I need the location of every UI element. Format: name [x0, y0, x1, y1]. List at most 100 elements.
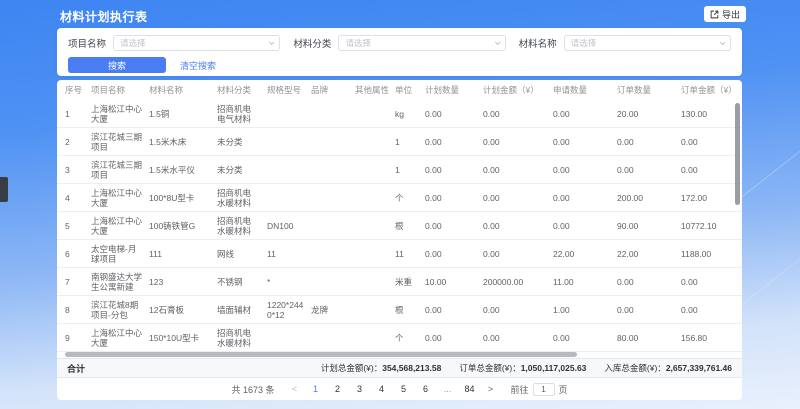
- table-cell: 0.00: [617, 305, 681, 315]
- pagination-page-3[interactable]: 3: [353, 384, 367, 394]
- pagination-next-button[interactable]: >: [485, 384, 497, 394]
- table-cell: 80.00: [617, 333, 681, 343]
- table-cell: 招商机电 水暖材料: [217, 216, 267, 236]
- table-cell: 招商机电 水暖材料: [217, 188, 267, 208]
- table-row: 9上海松江中心大厦150*10U型卡招商机电 水暖材料个0.000.000.00…: [57, 324, 742, 352]
- table-cell: 0.00: [681, 277, 734, 287]
- table-cell: 0.00: [425, 249, 483, 259]
- pagination-page-5[interactable]: 5: [397, 384, 411, 394]
- table-row: 4上海松江中心大厦100*8U型卡招商机电 水暖材料个0.000.000.002…: [57, 184, 742, 212]
- goto-page-input[interactable]: [533, 383, 555, 396]
- table-cell: 滨江花城三期项目: [91, 132, 149, 152]
- pagination-pages: 123456... 84: [309, 384, 477, 394]
- horizontal-scrollbar-thumb[interactable]: [65, 352, 577, 357]
- table-cell: 0.00: [681, 137, 734, 147]
- table-cell: 0.00: [553, 165, 617, 175]
- table-cell: 2: [65, 137, 91, 147]
- table-cell: 0.00: [681, 165, 734, 175]
- table-cell: 网线: [217, 249, 267, 259]
- table-cell: 0.00: [425, 137, 483, 147]
- table-header-row: 序号项目名称材料名称材料分类规格型号品牌其他属性单位计划数量计划金额（¥）申请数…: [57, 80, 742, 100]
- pagination-prev-button[interactable]: <: [289, 384, 301, 394]
- table-cell: 0.00: [483, 333, 553, 343]
- chevron-down-icon: [720, 39, 726, 45]
- export-button-label: 导出: [722, 8, 740, 21]
- vertical-scrollbar-thumb[interactable]: [735, 103, 740, 205]
- table-cell: 11.00: [553, 277, 617, 287]
- column-header: 单位: [395, 84, 425, 96]
- table-cell: 111: [149, 249, 217, 259]
- table-cell: 200.00: [617, 193, 681, 203]
- table-cell: 12石膏板: [149, 305, 217, 315]
- table-cell: 1: [65, 109, 91, 119]
- table-cell: 龙牌: [311, 305, 355, 315]
- table-body: 1上海松江中心大厦1.5铜招商机电 电气材料kg0.000.000.0020.0…: [57, 100, 742, 352]
- summary-items: 计划总金额(¥)：354,568,213.58 订单总金额(¥)：1,050,1…: [321, 362, 732, 374]
- export-button[interactable]: 导出: [704, 6, 746, 22]
- table-cell: 墙面辅材: [217, 305, 267, 315]
- table-cell: 0.00: [553, 137, 617, 147]
- pagination-page-2[interactable]: 2: [331, 384, 345, 394]
- table-cell: 太空电梯-月球项目: [91, 244, 149, 264]
- chevron-down-icon: [495, 39, 501, 45]
- table-cell: 10772.10: [681, 221, 734, 231]
- select-placeholder: 请选择: [120, 37, 269, 49]
- table-cell: 不锈钢: [217, 277, 267, 287]
- filter-fields: 项目名称 请选择 材料分类 请选择 材料名称 请选择: [57, 28, 742, 51]
- collapsed-drawer-handle[interactable]: [0, 177, 8, 202]
- filter-select-2[interactable]: 请选择: [564, 35, 731, 51]
- filter-select-1[interactable]: 请选择: [338, 35, 505, 51]
- table-cell: 0.00: [483, 193, 553, 203]
- table-cell: 0.00: [483, 249, 553, 259]
- clear-search-link[interactable]: 清空搜索: [180, 59, 216, 72]
- table-cell: 0.00: [425, 193, 483, 203]
- table-cell: 11: [395, 249, 425, 259]
- table-cell: 22.00: [553, 249, 617, 259]
- table-cell: 根: [395, 305, 425, 315]
- filter-actions: 搜索 清空搜索: [57, 51, 742, 73]
- table-cell: DN100: [267, 221, 311, 231]
- table-cell: 0.00: [425, 221, 483, 231]
- table-cell: 100铸铁管G: [149, 221, 217, 231]
- pagination: 共 1673 条 < 123456...84 > 前往 页: [57, 378, 742, 400]
- table-cell: 0.00: [553, 221, 617, 231]
- table-cell: 90.00: [617, 221, 681, 231]
- table-cell: 个: [395, 193, 425, 203]
- data-table-panel: 序号项目名称材料名称材料分类规格型号品牌其他属性单位计划数量计划金额（¥）申请数…: [57, 80, 742, 400]
- table-cell: 1.5米木床: [149, 137, 217, 147]
- table-cell: 156.80: [681, 333, 734, 343]
- table-row: 7南钢盛达大学生公寓新建123不锈钢*米重10.00200000.0011.00…: [57, 268, 742, 296]
- table-cell: 200000.00: [483, 277, 553, 287]
- search-button[interactable]: 搜索: [68, 57, 166, 73]
- summary-item: 计划总金额(¥)：354,568,213.58: [321, 362, 441, 374]
- filter-select-0[interactable]: 请选择: [113, 35, 280, 51]
- pagination-page-6[interactable]: 6: [419, 384, 433, 394]
- pagination-goto: 前往 页: [511, 383, 568, 396]
- table-cell: 0.00: [553, 193, 617, 203]
- column-header: 订单金额（¥）: [681, 84, 734, 96]
- table-row: 3滨江花城三期项目1.5米水平仪未分类10.000.000.000.000.00: [57, 156, 742, 184]
- pagination-ellipsis: ...: [441, 384, 455, 394]
- pagination-page-84[interactable]: 84: [463, 384, 477, 394]
- pagination-page-4[interactable]: 4: [375, 384, 389, 394]
- table-cell: 172.00: [681, 193, 734, 203]
- column-header: 材料名称: [149, 84, 217, 96]
- table-cell: 7: [65, 277, 91, 287]
- chevron-down-icon: [269, 39, 275, 45]
- table-cell: 上海松江中心大厦: [91, 328, 149, 348]
- table-cell: 20.00: [617, 109, 681, 119]
- table-cell: 1: [395, 137, 425, 147]
- table-cell: *: [267, 277, 311, 287]
- table-row: 5上海松江中心大厦100铸铁管G招商机电 水暖材料DN100根0.000.000…: [57, 212, 742, 240]
- table-row: 6太空电梯-月球项目111网线11110.000.0022.0022.00118…: [57, 240, 742, 268]
- table-cell: 0.00: [483, 221, 553, 231]
- horizontal-scrollbar: [65, 352, 734, 358]
- table-cell: 1220*2440*12: [267, 300, 311, 320]
- pagination-page-1[interactable]: 1: [309, 384, 323, 394]
- page-title: 材料计划执行表: [60, 8, 148, 25]
- table-cell: 个: [395, 333, 425, 343]
- table-cell: 上海松江中心大厦: [91, 188, 149, 208]
- table-cell: 150*10U型卡: [149, 333, 217, 343]
- table-cell: 4: [65, 193, 91, 203]
- table-cell: 滨江花城8期项目-分包: [91, 300, 149, 320]
